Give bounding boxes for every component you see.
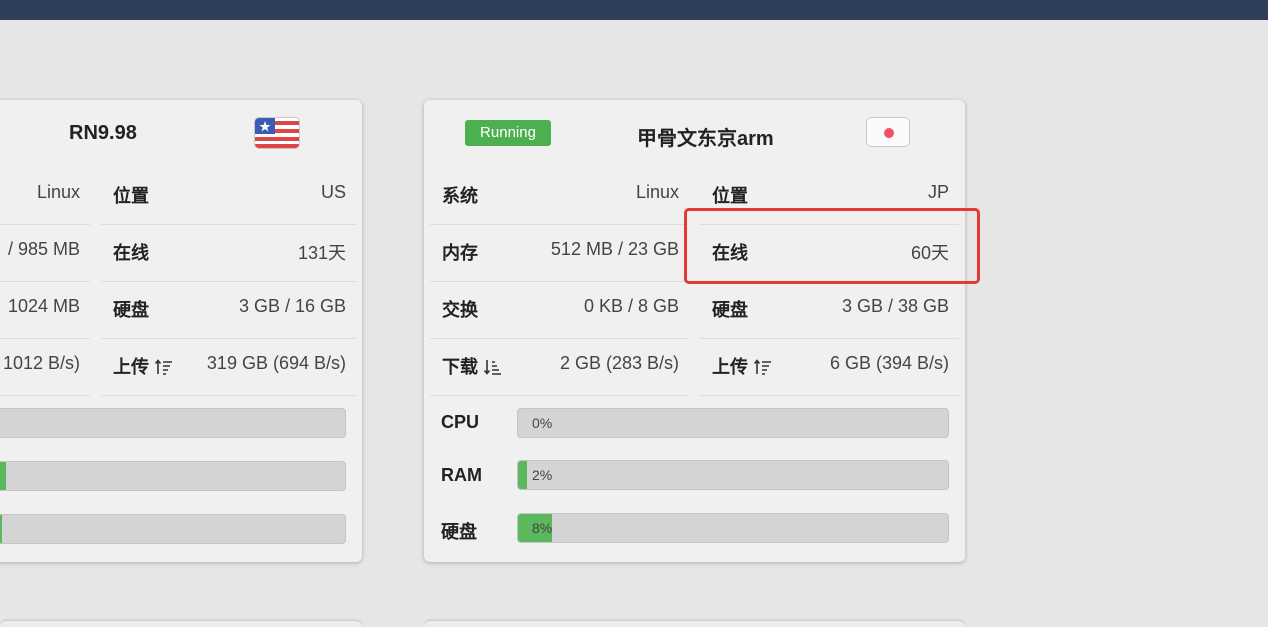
- ram-percent: 2%: [532, 467, 553, 483]
- server-title: RN9.98: [69, 122, 137, 144]
- server-card-tokyo-arm: Running 甲骨文东京arm 系统 Linux 位置 JP 内存 512 M…: [424, 100, 965, 562]
- download-value: 1012 B/s): [2, 353, 80, 373]
- ram-bar-fill: [0, 462, 6, 490]
- sort-desc-icon: [155, 359, 172, 375]
- swap-label: 交换: [442, 300, 478, 320]
- uptime-value: 131天: [297, 243, 346, 263]
- ram-label: RAM: [441, 465, 482, 485]
- row-download: 下载 2 GB (283 B/s): [430, 339, 689, 396]
- disk-value: 3 GB / 16 GB: [238, 296, 346, 316]
- next-card-edge: [424, 621, 965, 627]
- cpu-bar: 0%: [517, 408, 949, 438]
- us-flag-icon: [255, 118, 299, 148]
- row-system: 系统 Linux: [430, 168, 689, 225]
- uptime-label: 在线: [113, 243, 149, 263]
- swap-value: 1024 MB: [7, 296, 80, 316]
- disk-label: 硬盘: [712, 300, 748, 320]
- row-swap: 1024 MB: [0, 282, 90, 339]
- row-memory: 内存 512 MB / 23 GB: [430, 225, 689, 282]
- record-dot-icon: [884, 128, 894, 138]
- status-badge: Running: [465, 120, 551, 146]
- row-uptime: 在线 131天: [101, 225, 356, 282]
- location-value: JP: [927, 182, 949, 202]
- disk-value: 3 GB / 38 GB: [841, 296, 949, 316]
- location-value: US: [320, 182, 346, 202]
- memory-value: / 985 MB: [7, 239, 80, 259]
- row-memory: / 985 MB: [0, 225, 90, 282]
- ram-bar-fill: [518, 461, 527, 489]
- swap-value: 0 KB / 8 GB: [583, 296, 679, 316]
- server-title: 甲骨文东京arm: [637, 128, 774, 150]
- row-disk: 硬盘 3 GB / 16 GB: [101, 282, 356, 339]
- disk-usage-label: 硬盘: [441, 522, 477, 542]
- upload-label: 上传: [712, 357, 748, 377]
- disk-usage-percent: 8%: [532, 520, 553, 536]
- upload-value: 6 GB (394 B/s): [829, 353, 949, 373]
- upload-label-wrap: 上传: [113, 353, 173, 379]
- ram-bar: [0, 461, 346, 491]
- memory-label: 内存: [442, 243, 478, 263]
- uptime-highlight-box: [684, 208, 980, 284]
- row-upload: 上传 6 GB (394 B/s): [700, 339, 959, 396]
- download-label: 下载: [442, 357, 478, 377]
- server-card-rn998: RN9.98 Linux / 985 MB 1024 MB 1012 B/s) …: [0, 100, 362, 562]
- system-value: Linux: [635, 182, 679, 202]
- row-upload: 上传 319 GB (694 B/s): [101, 339, 356, 396]
- upload-label: 上传: [113, 357, 149, 377]
- disk-usage-bar: 8%: [517, 513, 949, 543]
- system-label: 系统: [442, 186, 478, 206]
- row-swap: 交换 0 KB / 8 GB: [430, 282, 689, 339]
- sort-asc-icon: [484, 360, 501, 375]
- country-flag-button[interactable]: [254, 117, 300, 149]
- cpu-bar: [0, 408, 346, 438]
- upload-label-wrap: 上传: [712, 353, 772, 379]
- memory-value: 512 MB / 23 GB: [550, 239, 679, 259]
- location-label: 位置: [712, 186, 748, 206]
- next-card-edge: [0, 621, 362, 627]
- row-disk: 硬盘 3 GB / 38 GB: [700, 282, 959, 339]
- system-value: Linux: [36, 182, 80, 202]
- row-download: 1012 B/s): [0, 339, 90, 396]
- location-label: 位置: [113, 186, 149, 206]
- ram-bar: 2%: [517, 460, 949, 490]
- disk-label: 硬盘: [113, 300, 149, 320]
- record-button[interactable]: [866, 117, 910, 147]
- sort-desc-icon: [754, 359, 771, 375]
- disk-bar: [0, 514, 346, 544]
- cpu-label: CPU: [441, 412, 480, 432]
- disk-bar-fill: [0, 515, 2, 543]
- download-value: 2 GB (283 B/s): [559, 353, 679, 373]
- cpu-percent: 0%: [532, 415, 553, 431]
- download-label-wrap: 下载: [442, 353, 502, 379]
- row-location: 位置 US: [101, 168, 356, 225]
- top-header-bar: [0, 0, 1268, 20]
- upload-value: 319 GB (694 B/s): [206, 353, 346, 373]
- row-system: Linux: [0, 168, 90, 225]
